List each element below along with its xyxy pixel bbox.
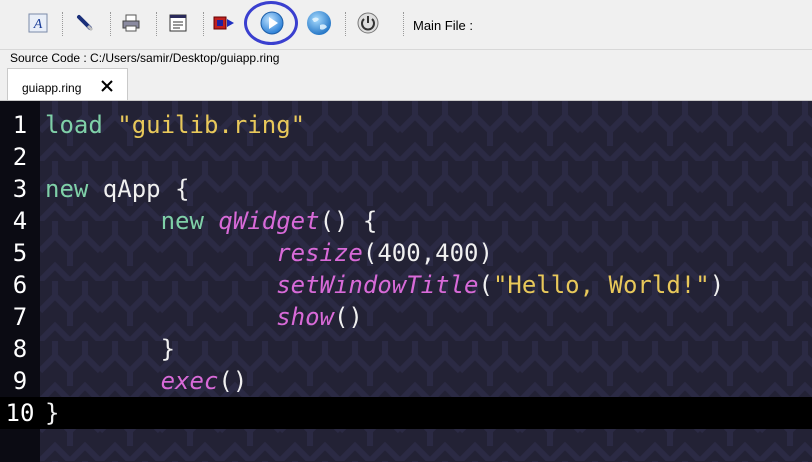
code-line[interactable]: 4 new qWidget() { (0, 205, 812, 237)
code-text: setWindowTitle("Hello, World!") (45, 269, 724, 301)
toolbar: A Main File: (0, 0, 812, 50)
line-number: 7 (12, 303, 28, 331)
print-icon (122, 14, 140, 32)
code-text: } (45, 397, 59, 429)
power-button[interactable] (355, 9, 381, 37)
code-text: load "guilib.ring" (45, 109, 305, 141)
line-number: 10 (5, 399, 35, 427)
code-token: () { (319, 207, 378, 235)
code-token: resize (276, 239, 363, 267)
pen-icon (77, 15, 94, 32)
code-token: setWindowTitle (276, 271, 479, 299)
code-token: ) (709, 271, 725, 299)
form-designer-button[interactable] (165, 9, 191, 37)
code-token: exec (160, 367, 219, 395)
run-button[interactable] (259, 9, 285, 37)
line-number: 2 (12, 143, 28, 171)
code-token: (400,400) (362, 239, 493, 267)
tab-strip: guiapp.ring (0, 68, 812, 100)
code-line[interactable]: 10} (0, 397, 812, 429)
code-text: new qApp { (45, 173, 190, 205)
code-line[interactable]: 3 new qApp { (0, 173, 812, 205)
code-token: new (45, 175, 89, 203)
source-code-path: Source Code : C:/Users/samir/Desktop/gui… (10, 51, 280, 65)
toolbar-separator (110, 12, 112, 36)
code-line[interactable]: 6 setWindowTitle("Hello, World!") (0, 269, 812, 301)
form-designer-icon (169, 14, 187, 32)
toolbar-separator (203, 12, 205, 36)
close-icon[interactable] (100, 79, 114, 93)
line-number: 5 (12, 239, 28, 267)
code-line[interactable]: 1 load "guilib.ring" (0, 109, 812, 141)
toolbar-separator (62, 12, 64, 36)
font-icon: A (28, 13, 48, 33)
pen-button[interactable] (72, 9, 98, 37)
run-icon (260, 11, 284, 35)
tab-guiapp[interactable]: guiapp.ring (7, 68, 128, 100)
toolbar-separator (403, 12, 405, 36)
code-token: () (333, 303, 363, 331)
code-token: show (276, 303, 334, 331)
code-token: qApp { (88, 175, 190, 203)
code-text: show() (45, 301, 363, 333)
tab-label: guiapp.ring (22, 81, 82, 95)
toolbar-separator (156, 12, 158, 36)
code-line[interactable]: 7 show() (0, 301, 812, 333)
web-icon (307, 11, 331, 35)
print-button[interactable] (118, 9, 144, 37)
line-number: 3 (12, 175, 28, 203)
main-file-label: Main File : (413, 18, 473, 33)
power-icon (357, 12, 379, 34)
toolbar-separator (345, 12, 347, 36)
code-line[interactable]: 9 exec() (0, 365, 812, 397)
code-token: } (45, 399, 60, 427)
code-line[interactable]: 8 } (0, 333, 812, 365)
code-token: ( (478, 271, 493, 299)
line-number: 9 (12, 367, 28, 395)
code-token: qWidget (218, 207, 320, 235)
code-text: new qWidget() { (45, 205, 378, 237)
code-token: new (160, 207, 204, 235)
line-number: 6 (12, 271, 28, 299)
svg-text:A: A (33, 17, 43, 32)
code-token: () (218, 367, 248, 395)
code-token: load (45, 111, 103, 139)
export-icon (213, 16, 234, 30)
code-text: exec() (45, 365, 248, 397)
code-token: "Hello, World!" (492, 271, 710, 299)
export-button[interactable] (211, 9, 237, 37)
line-number: 8 (12, 335, 28, 363)
web-button[interactable] (306, 9, 332, 37)
font-button[interactable]: A (25, 9, 51, 37)
code-token: "guilib.ring" (117, 111, 306, 139)
code-text: } (45, 333, 175, 365)
line-number: 1 (12, 111, 28, 139)
code-text: resize(400,400) (45, 237, 493, 269)
line-number: 4 (12, 207, 28, 235)
code-line[interactable]: 2 (0, 141, 812, 173)
code-editor[interactable]: 1 load "guilib.ring" 2 3 new qApp {4 new qWi… (0, 100, 812, 462)
code-token: } (45, 335, 176, 363)
code-line[interactable]: 5 resize(400,400) (0, 237, 812, 269)
